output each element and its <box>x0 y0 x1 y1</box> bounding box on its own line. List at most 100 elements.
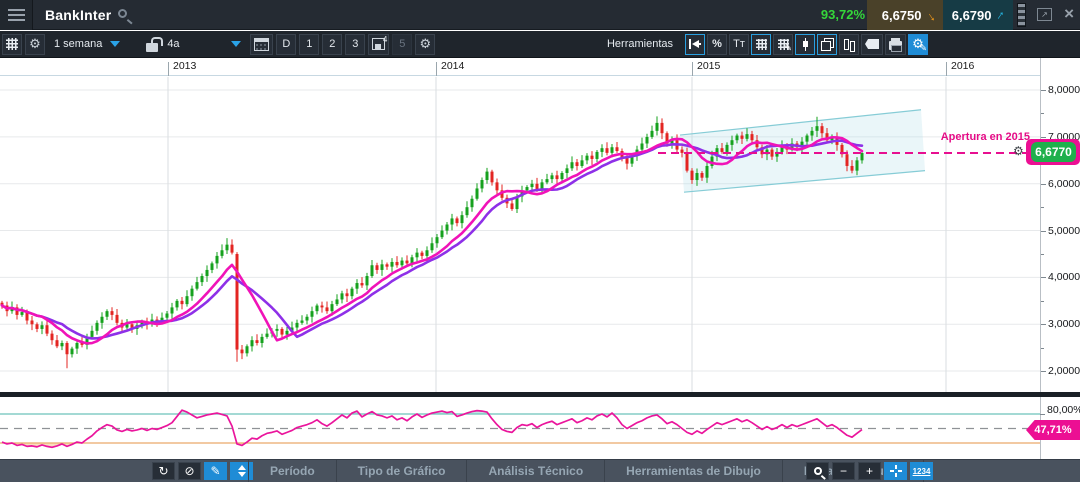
save-layout-button[interactable]: 4 <box>368 34 389 55</box>
annotation-open-2015-label[interactable]: Apertura en 2015 <box>930 131 1030 143</box>
zoom-out-button[interactable]: − <box>832 462 855 480</box>
calendar-icon <box>254 38 269 51</box>
price-label: 6,0000 <box>1048 178 1080 190</box>
printer-icon <box>889 41 902 50</box>
price-minor-tick <box>1041 207 1044 208</box>
range-select[interactable]: 4a <box>161 34 247 55</box>
year-tick <box>692 62 693 76</box>
toolbar-settings-button[interactable]: ⚙ <box>415 34 435 55</box>
oscillator-panel[interactable] <box>0 397 1040 459</box>
ask-up-arrow-icon: ↑ <box>993 6 1007 22</box>
pencil-icon: ✎ <box>919 43 927 54</box>
crosshair-icon <box>890 465 902 477</box>
settings-button[interactable]: ⚙ <box>25 34 45 55</box>
grid-toggle-button[interactable] <box>751 34 771 55</box>
menu-tipo-de-gr-fico[interactable]: Tipo de Gráfico <box>337 460 468 482</box>
text-size-icon: Tт <box>733 38 745 50</box>
preset-2-button[interactable]: 2 <box>322 34 342 55</box>
preset-5-button[interactable]: 5 <box>392 34 412 55</box>
open-2015-price-tag[interactable]: 6,6770 <box>1026 139 1080 165</box>
menu-an-lisis-t-cnico[interactable]: Análisis Técnico <box>467 460 605 482</box>
price-chart[interactable] <box>0 77 1040 392</box>
trading-app-window: BankInter 93,72% 6,6750 ↓ 6,6790 ↑ ↗ × ⚙… <box>0 0 1080 482</box>
data-values-button[interactable]: 1234 <box>910 462 933 480</box>
x-axis-strip: 2013201420152016 <box>0 58 1080 76</box>
price-minor-tick <box>1041 301 1044 302</box>
ask-price: 6,6790 <box>952 8 992 23</box>
title-bar: BankInter 93,72% 6,6750 ↓ 6,6790 ↑ ↗ × <box>0 0 1080 30</box>
chart-toolbar: ⚙ 1 semana 4a D123 4 5 ⚙ Herramientas % <box>0 31 1080 58</box>
ohlc-style-button[interactable] <box>839 34 859 55</box>
hamburger-icon <box>8 9 25 21</box>
collapse-panel-button[interactable] <box>685 34 705 55</box>
price-tick <box>1041 90 1046 91</box>
interval-value: 1 semana <box>54 38 102 50</box>
ohlc-bars-icon <box>843 38 855 51</box>
change-percent: 93,72% <box>821 7 865 22</box>
chart-style-button[interactable] <box>795 34 815 55</box>
menu-button[interactable] <box>0 0 33 30</box>
print-button[interactable] <box>885 34 906 55</box>
calendar-button[interactable] <box>250 34 273 55</box>
block-icon: ⊘ <box>184 464 194 478</box>
zoom-in-button[interactable]: + <box>858 462 881 480</box>
text-size-button[interactable]: Tт <box>729 34 749 55</box>
search-icon[interactable] <box>118 9 127 18</box>
zoom-tool-button[interactable] <box>806 462 829 480</box>
menu-per-odo[interactable]: Período <box>248 460 337 482</box>
chevron-down-icon <box>110 41 120 47</box>
expand-window-icon[interactable]: ↗ <box>1037 8 1052 21</box>
gear-icon: ⚙ <box>419 36 431 52</box>
year-tick <box>946 62 947 76</box>
unlock-icon[interactable] <box>146 43 158 52</box>
oscillator-current-value-tag: 47,71% <box>1026 420 1080 440</box>
price-label: 4,0000 <box>1048 271 1080 283</box>
year-label: 2013 <box>173 60 196 72</box>
price-label: 2,0000 <box>1048 365 1080 377</box>
refresh-icon: ↻ <box>158 464 168 478</box>
grid-edit-button[interactable]: ✎ <box>773 34 793 55</box>
layers-button[interactable] <box>817 34 837 55</box>
crosshair-button[interactable] <box>884 462 907 480</box>
year-label: 2014 <box>441 60 464 72</box>
instrument-title: BankInter <box>45 7 111 23</box>
close-icon[interactable]: × <box>1064 4 1074 24</box>
year-label: 2016 <box>951 60 974 72</box>
depth-panel-icon[interactable] <box>1017 3 1026 27</box>
bid-price-button[interactable]: 6,6750 ↓ <box>867 0 943 30</box>
preset-d-button[interactable]: D <box>276 34 296 55</box>
price-tag-icon <box>865 39 879 49</box>
price-tick <box>1041 137 1046 138</box>
bottom-toolbar: ↻ ⊘ ✎ PeríodoTipo de GráficoAnálisis Téc… <box>0 459 1080 482</box>
price-tick <box>1041 371 1046 372</box>
price-tick <box>1041 231 1046 232</box>
year-tick <box>436 62 437 76</box>
price-label: 8,0000 <box>1048 84 1080 96</box>
open-2015-price-value: 6,6770 <box>1031 142 1076 162</box>
price-minor-tick <box>1041 348 1044 349</box>
save-slot-badge: 4 <box>383 35 387 44</box>
year-tick <box>168 62 169 76</box>
draw-button[interactable]: ✎ <box>204 462 227 480</box>
tag-button[interactable] <box>861 34 883 55</box>
annotation-gear-icon[interactable]: ⚙ <box>1013 144 1024 158</box>
chart-settings-button[interactable]: ⚙✎ <box>908 34 928 55</box>
preset-1-button[interactable]: 1 <box>299 34 319 55</box>
ask-price-button[interactable]: 6,6790 ↑ <box>943 0 1013 30</box>
disable-drawings-button[interactable]: ⊘ <box>178 462 201 480</box>
magnifier-icon <box>814 467 822 475</box>
up-down-arrows-icon <box>238 465 246 477</box>
digits-icon: 1234 <box>913 467 931 476</box>
watchlist-button[interactable] <box>2 34 22 55</box>
pencil-icon: ✎ <box>784 43 792 54</box>
interval-select[interactable]: 1 semana <box>48 34 126 55</box>
price-label: 3,0000 <box>1048 318 1080 330</box>
oscillator-80-label: 80,00% <box>1047 404 1080 416</box>
price-axis[interactable]: 8,00007,00006,00005,00004,00003,00002,00… <box>1040 58 1080 459</box>
bid-price: 6,6750 <box>882 8 922 23</box>
preset-3-button[interactable]: 3 <box>345 34 365 55</box>
refresh-button[interactable]: ↻ <box>152 462 175 480</box>
menu-herramientas-de-dibujo[interactable]: Herramientas de Dibujo <box>605 460 783 482</box>
percent-scale-button[interactable]: % <box>707 34 727 55</box>
grid-icon <box>756 39 767 50</box>
